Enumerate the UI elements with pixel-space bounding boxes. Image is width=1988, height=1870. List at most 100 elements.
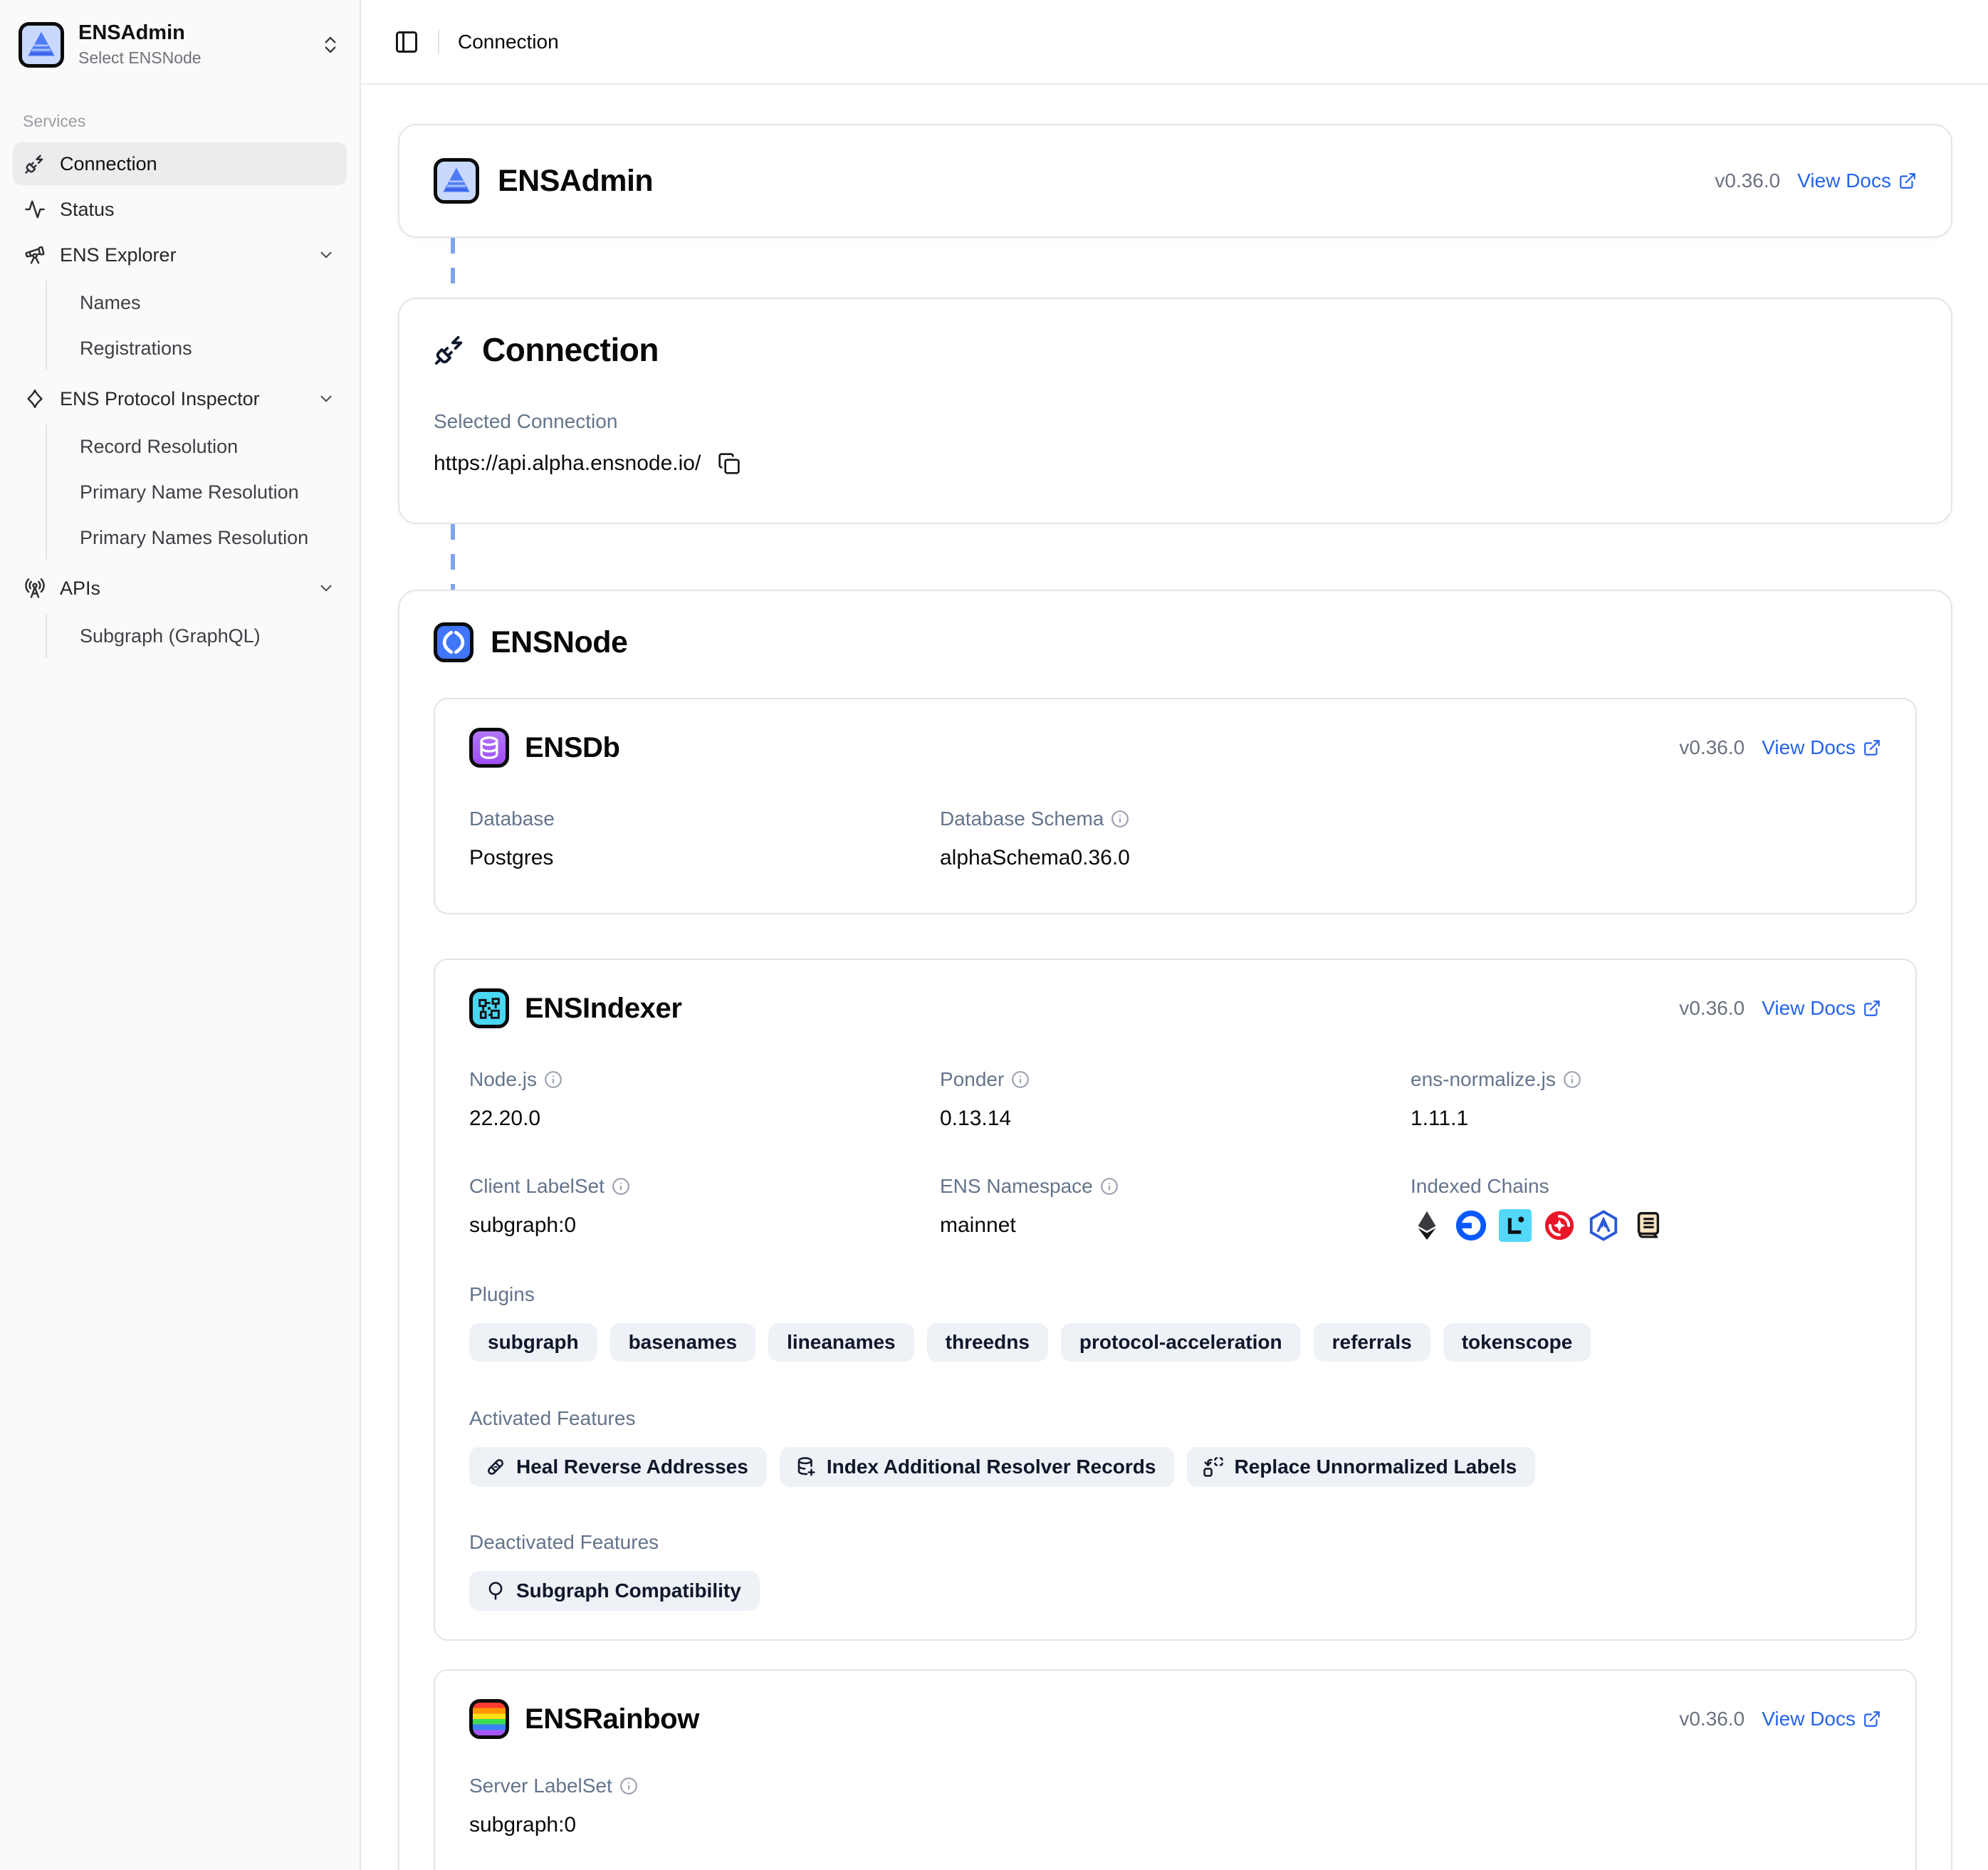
ensdb-logo bbox=[469, 728, 509, 768]
nodejs-label: Node.js bbox=[469, 1068, 537, 1091]
sidebar-item-apis[interactable]: APIs bbox=[13, 567, 347, 610]
info-icon[interactable] bbox=[544, 1070, 563, 1089]
ensnode-brackets-icon bbox=[438, 627, 469, 658]
sidebar-item-registrations[interactable]: Registrations bbox=[70, 326, 347, 370]
activated-features-list: Heal Reverse Addresses Index Additional … bbox=[469, 1447, 1881, 1487]
sidebar-item-primary-names-resolution[interactable]: Primary Names Resolution bbox=[70, 516, 347, 560]
panel-left-icon[interactable] bbox=[394, 29, 419, 55]
scroll-icon bbox=[1631, 1209, 1664, 1242]
arbitrum-icon bbox=[1587, 1209, 1620, 1242]
info-icon[interactable] bbox=[1100, 1177, 1119, 1196]
card-title: ENSDb bbox=[525, 732, 620, 764]
sidebar-item-label: APIs bbox=[60, 578, 303, 600]
client-labelset-label: Client LabelSet bbox=[469, 1175, 605, 1198]
chevrons-up-down-icon[interactable] bbox=[320, 34, 341, 56]
card-title: Connection bbox=[482, 330, 659, 369]
info-icon[interactable] bbox=[619, 1777, 638, 1795]
ensadmin-card: ENSAdmin v0.36.0 View Docs bbox=[398, 124, 1952, 238]
card-title: ENSRainbow bbox=[525, 1703, 699, 1735]
view-docs-link[interactable]: View Docs bbox=[1797, 169, 1917, 192]
plugin-badge: basenames bbox=[610, 1323, 756, 1362]
connection-card: Connection Selected Connection https://a… bbox=[398, 298, 1952, 524]
breadcrumb: Connection bbox=[458, 31, 559, 53]
external-link-icon bbox=[1863, 999, 1881, 1018]
version-badge: v0.36.0 bbox=[1679, 1708, 1744, 1730]
ensadmin-triangle-icon bbox=[23, 27, 59, 63]
sidebar-item-label: Connection bbox=[60, 153, 335, 175]
chevron-down-icon[interactable] bbox=[317, 390, 335, 408]
sidebar-item-ens-protocol-inspector[interactable]: ENS Protocol Inspector bbox=[13, 377, 347, 420]
version-badge: v0.36.0 bbox=[1679, 997, 1744, 1020]
server-labelset-value: subgraph:0 bbox=[469, 1813, 940, 1837]
external-link-icon bbox=[1863, 738, 1881, 757]
ensindexer-logo bbox=[469, 988, 509, 1028]
database-value: Postgres bbox=[469, 846, 940, 870]
page-content: ENSAdmin v0.36.0 View Docs bbox=[361, 85, 1988, 1870]
external-link-icon bbox=[1898, 172, 1917, 190]
connection-url: https://api.alpha.ensnode.io/ bbox=[434, 451, 701, 476]
version-badge: v0.36.0 bbox=[1679, 736, 1744, 759]
diamond-icon bbox=[24, 388, 46, 409]
app-subtitle: Select ENSNode bbox=[78, 48, 305, 68]
apis-submenu: Subgraph (GraphQL) bbox=[46, 614, 347, 658]
feature-badge: Subgraph Compatibility bbox=[469, 1571, 760, 1611]
ens-namespace-value: mainnet bbox=[940, 1213, 1411, 1238]
ensindexer-card: ENSIndexer v0.36.0 View Docs bbox=[434, 958, 1917, 1641]
activity-icon bbox=[24, 199, 46, 220]
sidebar-item-primary-name-resolution[interactable]: Primary Name Resolution bbox=[70, 470, 347, 514]
deactivated-features-list: Subgraph Compatibility bbox=[469, 1571, 1881, 1611]
plugins-list: subgraph basenames lineanames threedns p… bbox=[469, 1323, 1881, 1362]
feature-badge: Replace Unnormalized Labels bbox=[1187, 1447, 1535, 1487]
circuit-maze-icon bbox=[475, 994, 503, 1023]
ens-namespace-label: ENS Namespace bbox=[940, 1175, 1093, 1198]
sidebar-item-names[interactable]: Names bbox=[70, 281, 347, 325]
ensdb-card: ENSDb v0.36.0 View Docs bbox=[434, 698, 1917, 914]
ens-protocol-inspector-submenu: Record Resolution Primary Name Resolutio… bbox=[46, 424, 347, 560]
ensnode-selector[interactable]: ENSAdmin Select ENSNode bbox=[13, 14, 347, 75]
ensadmin-logo bbox=[434, 158, 479, 204]
app-window: ENSAdmin Select ENSNode Services Connect… bbox=[0, 0, 1988, 1870]
plugin-badge: protocol-acceleration bbox=[1061, 1323, 1301, 1362]
server-labelset-label: Server LabelSet bbox=[469, 1775, 612, 1797]
info-icon[interactable] bbox=[1011, 1070, 1030, 1089]
view-docs-link[interactable]: View Docs bbox=[1762, 1708, 1881, 1730]
database-label: Database bbox=[469, 808, 940, 830]
copy-icon[interactable] bbox=[718, 452, 741, 475]
view-docs-link[interactable]: View Docs bbox=[1762, 736, 1881, 759]
sidebar-item-status[interactable]: Status bbox=[13, 188, 347, 231]
plugin-badge: lineanames bbox=[768, 1323, 914, 1362]
info-icon[interactable] bbox=[1563, 1070, 1581, 1089]
view-docs-link[interactable]: View Docs bbox=[1762, 997, 1881, 1020]
chevron-down-icon[interactable] bbox=[317, 579, 335, 597]
indexed-chains bbox=[1411, 1209, 1881, 1242]
threedns-icon bbox=[1543, 1209, 1576, 1242]
sidebar-item-label: Status bbox=[60, 199, 335, 221]
plugins-label: Plugins bbox=[469, 1283, 1881, 1306]
radio-tower-icon bbox=[24, 578, 46, 599]
sidebar-item-record-resolution[interactable]: Record Resolution bbox=[70, 424, 347, 469]
sidebar: ENSAdmin Select ENSNode Services Connect… bbox=[0, 0, 361, 1870]
services-section-label: Services bbox=[13, 112, 347, 131]
client-labelset-value: subgraph:0 bbox=[469, 1213, 940, 1238]
sidebar-menu: Connection Status ENS Explorer bbox=[13, 142, 347, 662]
schema-value: alphaSchema0.36.0 bbox=[940, 846, 1411, 870]
selected-connection-label: Selected Connection bbox=[434, 410, 1917, 433]
sidebar-item-ens-explorer[interactable]: ENS Explorer bbox=[13, 234, 347, 276]
sidebar-item-connection[interactable]: Connection bbox=[13, 142, 347, 185]
info-icon[interactable] bbox=[1111, 810, 1129, 828]
deactivated-features-label: Deactivated Features bbox=[469, 1531, 1881, 1554]
plug-zap-icon bbox=[434, 333, 466, 366]
plugin-badge: threedns bbox=[927, 1323, 1048, 1362]
sidebar-item-label: ENS Explorer bbox=[60, 244, 303, 266]
ens-normalize-label: ens-normalize.js bbox=[1411, 1068, 1556, 1091]
card-title: ENSIndexer bbox=[525, 993, 682, 1025]
magnifier-icon bbox=[485, 1580, 506, 1602]
bandage-icon bbox=[485, 1456, 506, 1478]
chevron-down-icon[interactable] bbox=[317, 246, 335, 264]
schema-label: Database Schema bbox=[940, 808, 1104, 830]
top-bar: Connection bbox=[361, 0, 1988, 85]
info-icon[interactable] bbox=[612, 1177, 630, 1196]
plug-zap-icon bbox=[24, 153, 46, 174]
ens-explorer-submenu: Names Registrations bbox=[46, 281, 347, 370]
sidebar-item-subgraph-graphql[interactable]: Subgraph (GraphQL) bbox=[70, 614, 347, 658]
